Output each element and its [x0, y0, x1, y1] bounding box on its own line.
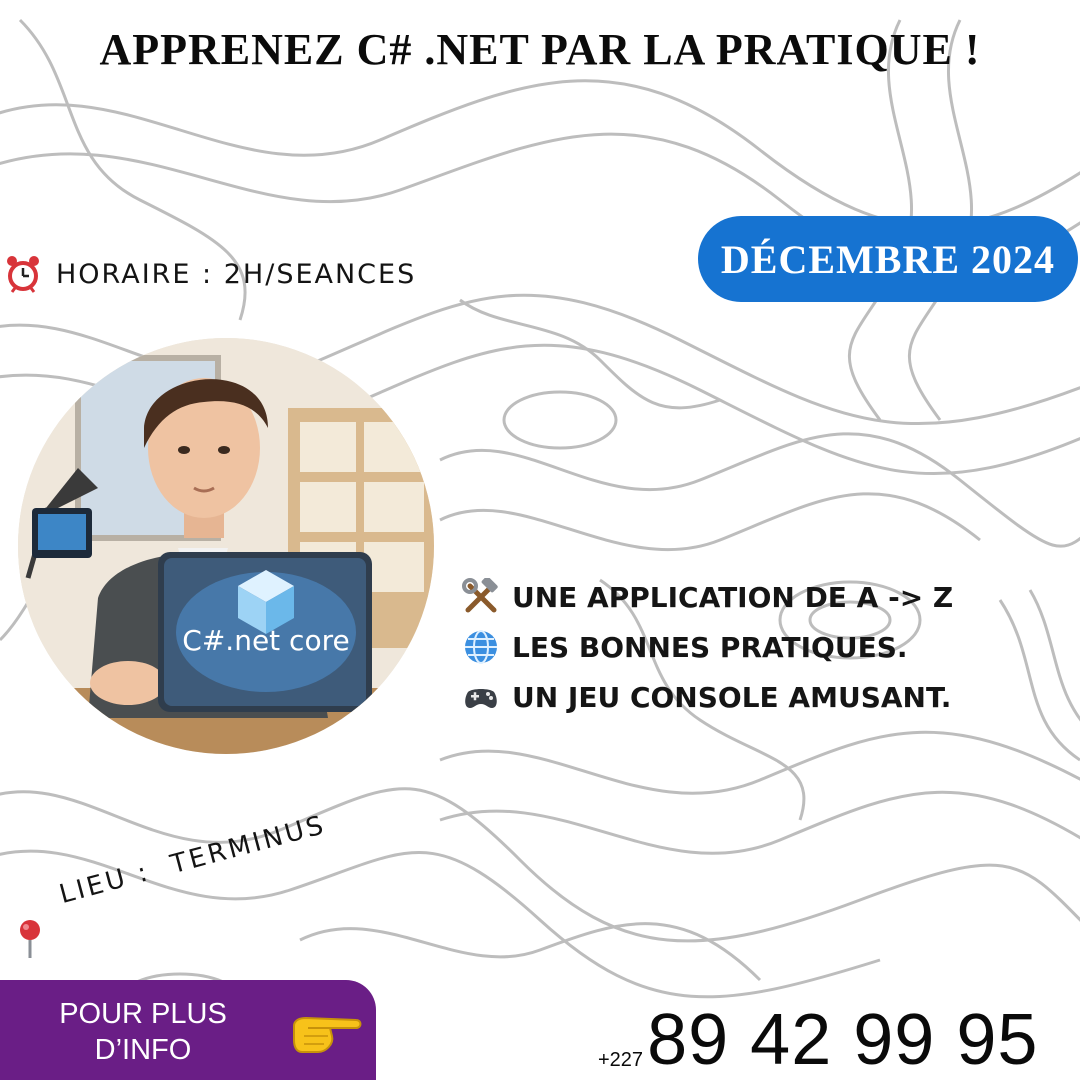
page-title: APPRENEZ C# .NET PAR LA PRATIQUE !: [99, 25, 981, 74]
more-info-label: POUR PLUS D’INFO: [59, 998, 227, 1066]
phone-digits: 89 42 99 95: [647, 1000, 1039, 1080]
list-item: UNE APPLICATION DE A -> Z: [462, 572, 953, 622]
pointing-hand-icon: [293, 1016, 362, 1053]
alarm-clock-icon: [7, 256, 39, 293]
date-badge: DÉCEMBRE 2024: [698, 216, 1078, 302]
phone-prefix: +227: [598, 1049, 644, 1071]
schedule-info: HORAIRE : 2H/SEANCES: [6, 254, 416, 294]
list-item: UN JEU CONSOLE AMUSANT.: [462, 672, 953, 722]
map-pin-icon: [20, 920, 40, 958]
globe-icon: [465, 630, 497, 664]
gamepad-icon: [465, 689, 497, 708]
developer-illustration: C#.net core: [18, 338, 434, 754]
list-item: LES BONNES PRATIQUES.: [462, 622, 953, 672]
more-info-button[interactable]: POUR PLUS D’INFO: [0, 980, 376, 1080]
schedule-text: HORAIRE : 2H/SEANCES: [56, 258, 417, 290]
phone-number: +227 89 42 99 95: [598, 1002, 1038, 1078]
features-list: UNE APPLICATION DE A -> Z LES BONNES PRA…: [462, 572, 953, 722]
hammer-wrench-icon: [462, 578, 498, 613]
laptop-logo-text: C#.net core: [182, 624, 349, 657]
